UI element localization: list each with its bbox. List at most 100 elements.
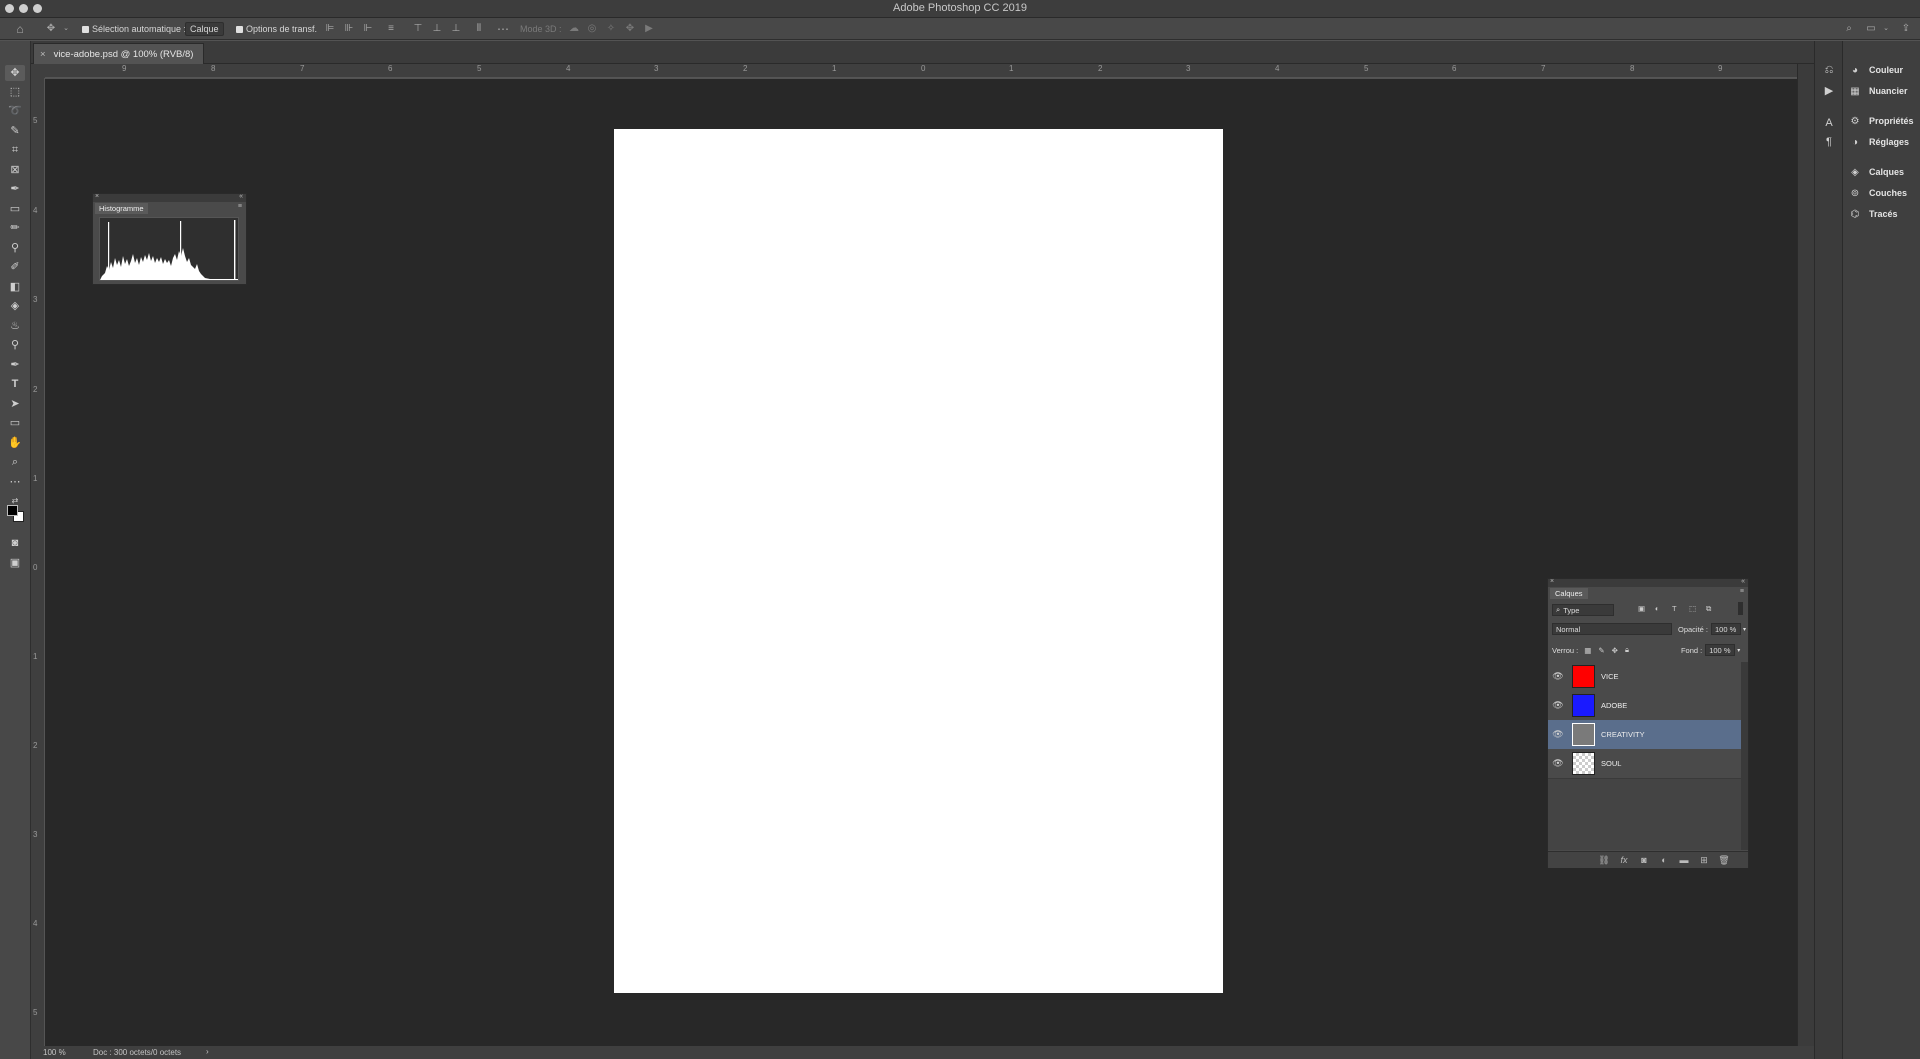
panel-header[interactable]: × « [1548,578,1748,587]
panel-button-proprietes[interactable]: ⚙ Propriétés [1849,113,1914,129]
chevron-down-icon[interactable]: ▾ [1743,626,1746,633]
crop-tool-icon[interactable]: ⌗ [5,142,25,158]
auto-select-checkbox[interactable]: Sélection automatique : [82,18,186,40]
document-tab[interactable]: × vice-adobe.psd @ 100% (RVB/8) [33,43,205,64]
ruler-origin[interactable] [31,64,45,78]
panel-menu-icon[interactable]: ≡ [238,203,242,210]
lock-position-icon[interactable]: ✥ [1612,646,1618,655]
scale-3d-icon[interactable]: ▶ [643,23,655,35]
close-panel-icon[interactable]: × [1550,578,1554,585]
visibility-eye-icon[interactable]: 👁︎ [1548,700,1568,711]
layer-style-fx-icon[interactable]: fx [1618,854,1630,866]
distribute-icon[interactable]: ≡ [385,23,397,35]
layers-tab[interactable]: Calques [1550,588,1588,599]
panel-button-reglages[interactable]: ◑ Réglages [1849,134,1909,150]
delete-layer-icon[interactable]: 🗑︎ [1718,854,1730,866]
character-icon[interactable]: A [1822,116,1836,130]
align-center-icon[interactable]: ⊪ [343,23,355,35]
share-icon[interactable]: ⇪ [1900,23,1912,35]
more-options-icon[interactable]: ⋯ [497,23,509,35]
visibility-eye-icon[interactable]: 👁︎ [1548,729,1568,740]
collapse-panel-icon[interactable]: « [1741,578,1745,585]
workspace-icon[interactable]: ▭ [1865,23,1877,35]
chevron-down-icon[interactable]: ⌄ [1880,23,1892,35]
new-layer-icon[interactable]: ⊞ [1698,854,1710,866]
align-left-icon[interactable]: ⊫ [324,23,336,35]
paragraph-icon[interactable]: ¶ [1822,135,1836,149]
blur-tool-icon[interactable]: ♨ [5,318,25,334]
hand-tool-icon[interactable]: ✋ [5,435,25,451]
panel-menu-icon[interactable]: ≡ [1740,588,1744,595]
lock-image-pixels-icon[interactable]: ✎ [1598,646,1604,655]
brush-tool-icon[interactable]: ✏ [5,220,25,236]
align-middle-icon[interactable]: ⊥ [431,23,443,35]
align-bottom-icon[interactable]: ⊥ [450,23,462,35]
eyedropper-tool-icon[interactable]: ✒ [5,181,25,197]
pen-tool-icon[interactable]: ✒ [5,357,25,373]
rectangular-marquee-tool-icon[interactable]: ⬚ [5,84,25,100]
layer-row-vice[interactable]: 👁︎ VICE [1548,662,1741,692]
link-layers-icon[interactable]: ⛓ [1598,854,1610,866]
opacity-input[interactable]: 100 % [1711,623,1742,635]
filter-pixel-icon[interactable]: ▣ [1638,604,1645,613]
type-tool-icon[interactable]: T [5,376,25,392]
quick-mask-icon[interactable]: ◙ [5,535,25,551]
chevron-right-icon[interactable]: › [206,1047,209,1056]
lock-all-icon[interactable]: 🔒︎ [1625,645,1629,655]
visibility-eye-icon[interactable]: 👁︎ [1548,758,1568,769]
screen-mode-icon[interactable]: ▣ [5,555,25,571]
layer-row-creativity[interactable]: 👁︎ CREATIVITY [1548,720,1741,750]
horizontal-ruler[interactable]: 9 8 7 6 5 4 3 2 1 0 1 2 3 4 5 6 7 8 9 [45,64,1797,78]
align-right-icon[interactable]: ⊩ [362,23,374,35]
align-top-icon[interactable]: ⊤ [412,23,424,35]
magic-wand-tool-icon[interactable]: ✎ [5,123,25,139]
distribute-vertical-icon[interactable]: ⦀ [473,23,485,35]
panel-button-couleur[interactable]: ◕ Couleur [1849,62,1903,78]
chevron-down-icon[interactable]: ⌄ [60,23,72,35]
panel-button-nuancier[interactable]: ▦ Nuancier [1849,83,1907,99]
vertical-ruler[interactable]: 5 4 3 2 1 0 1 2 3 4 5 [31,78,45,1046]
chevron-down-icon[interactable]: ▾ [1737,647,1740,654]
panel-header[interactable]: × « [93,193,246,202]
move-tool-preset-icon[interactable]: ✥ [45,23,57,35]
roll-3d-icon[interactable]: ◎ [586,23,598,35]
transform-controls-checkbox[interactable]: Options de transf. [236,18,317,40]
rectangle-tool-icon[interactable]: ▭ [5,415,25,431]
layer-row-soul[interactable]: 👁︎ SOUL [1548,749,1741,779]
orbit-3d-icon[interactable]: ☁ [568,23,580,35]
lock-transparent-pixels-icon[interactable]: ▦ [1584,646,1591,655]
history-icon[interactable]: ⎌ [1822,63,1836,77]
blend-mode-dropdown[interactable]: Normal [1552,623,1672,635]
actions-play-icon[interactable]: ▶ [1822,84,1836,98]
clone-stamp-tool-icon[interactable]: ⚲ [5,240,25,256]
dodge-tool-icon[interactable]: ⚲ [5,337,25,353]
edit-toolbar-icon[interactable]: ⋯ [5,474,25,490]
auto-select-dropdown[interactable]: Calque [185,22,224,36]
move-tool-icon[interactable]: ✥ [5,65,25,81]
path-selection-tool-icon[interactable]: ➤ [5,396,25,412]
paint-bucket-tool-icon[interactable]: ◈ [5,298,25,314]
layer-list-scrollbar[interactable] [1741,662,1748,850]
search-icon[interactable]: ⌕ [1843,23,1855,35]
visibility-eye-icon[interactable]: 👁︎ [1548,671,1568,682]
panel-button-calques[interactable]: ◈ Calques [1849,164,1904,180]
new-adjustment-layer-icon[interactable]: ◐ [1658,854,1670,866]
fill-input[interactable]: 100 % [1705,644,1736,656]
histogram-tab[interactable]: Histogramme [95,203,148,214]
vertical-scrollbar[interactable] [1797,64,1814,1046]
eraser-tool-icon[interactable]: ◧ [5,279,25,295]
close-panel-icon[interactable]: × [95,193,99,200]
layer-filter-dropdown[interactable]: ⌕ Type [1552,604,1614,616]
filter-type-icon[interactable]: T [1672,604,1677,613]
zoom-level[interactable]: 100 % [43,1048,66,1057]
layer-row-adobe[interactable]: 👁︎ ADOBE [1548,691,1741,721]
close-tab-icon[interactable]: × [40,49,46,60]
panel-button-couches[interactable]: ⊚ Couches [1849,185,1907,201]
filter-adjustment-icon[interactable]: ◐ [1655,604,1660,613]
add-mask-icon[interactable]: ◙ [1638,854,1650,866]
document-canvas[interactable] [614,129,1223,993]
foreground-color-swatch[interactable] [7,505,18,516]
filter-smart-object-icon[interactable]: ⧉ [1706,604,1711,614]
zoom-tool-icon[interactable]: ⌕ [5,454,25,470]
new-group-icon[interactable]: ▬ [1678,854,1690,866]
